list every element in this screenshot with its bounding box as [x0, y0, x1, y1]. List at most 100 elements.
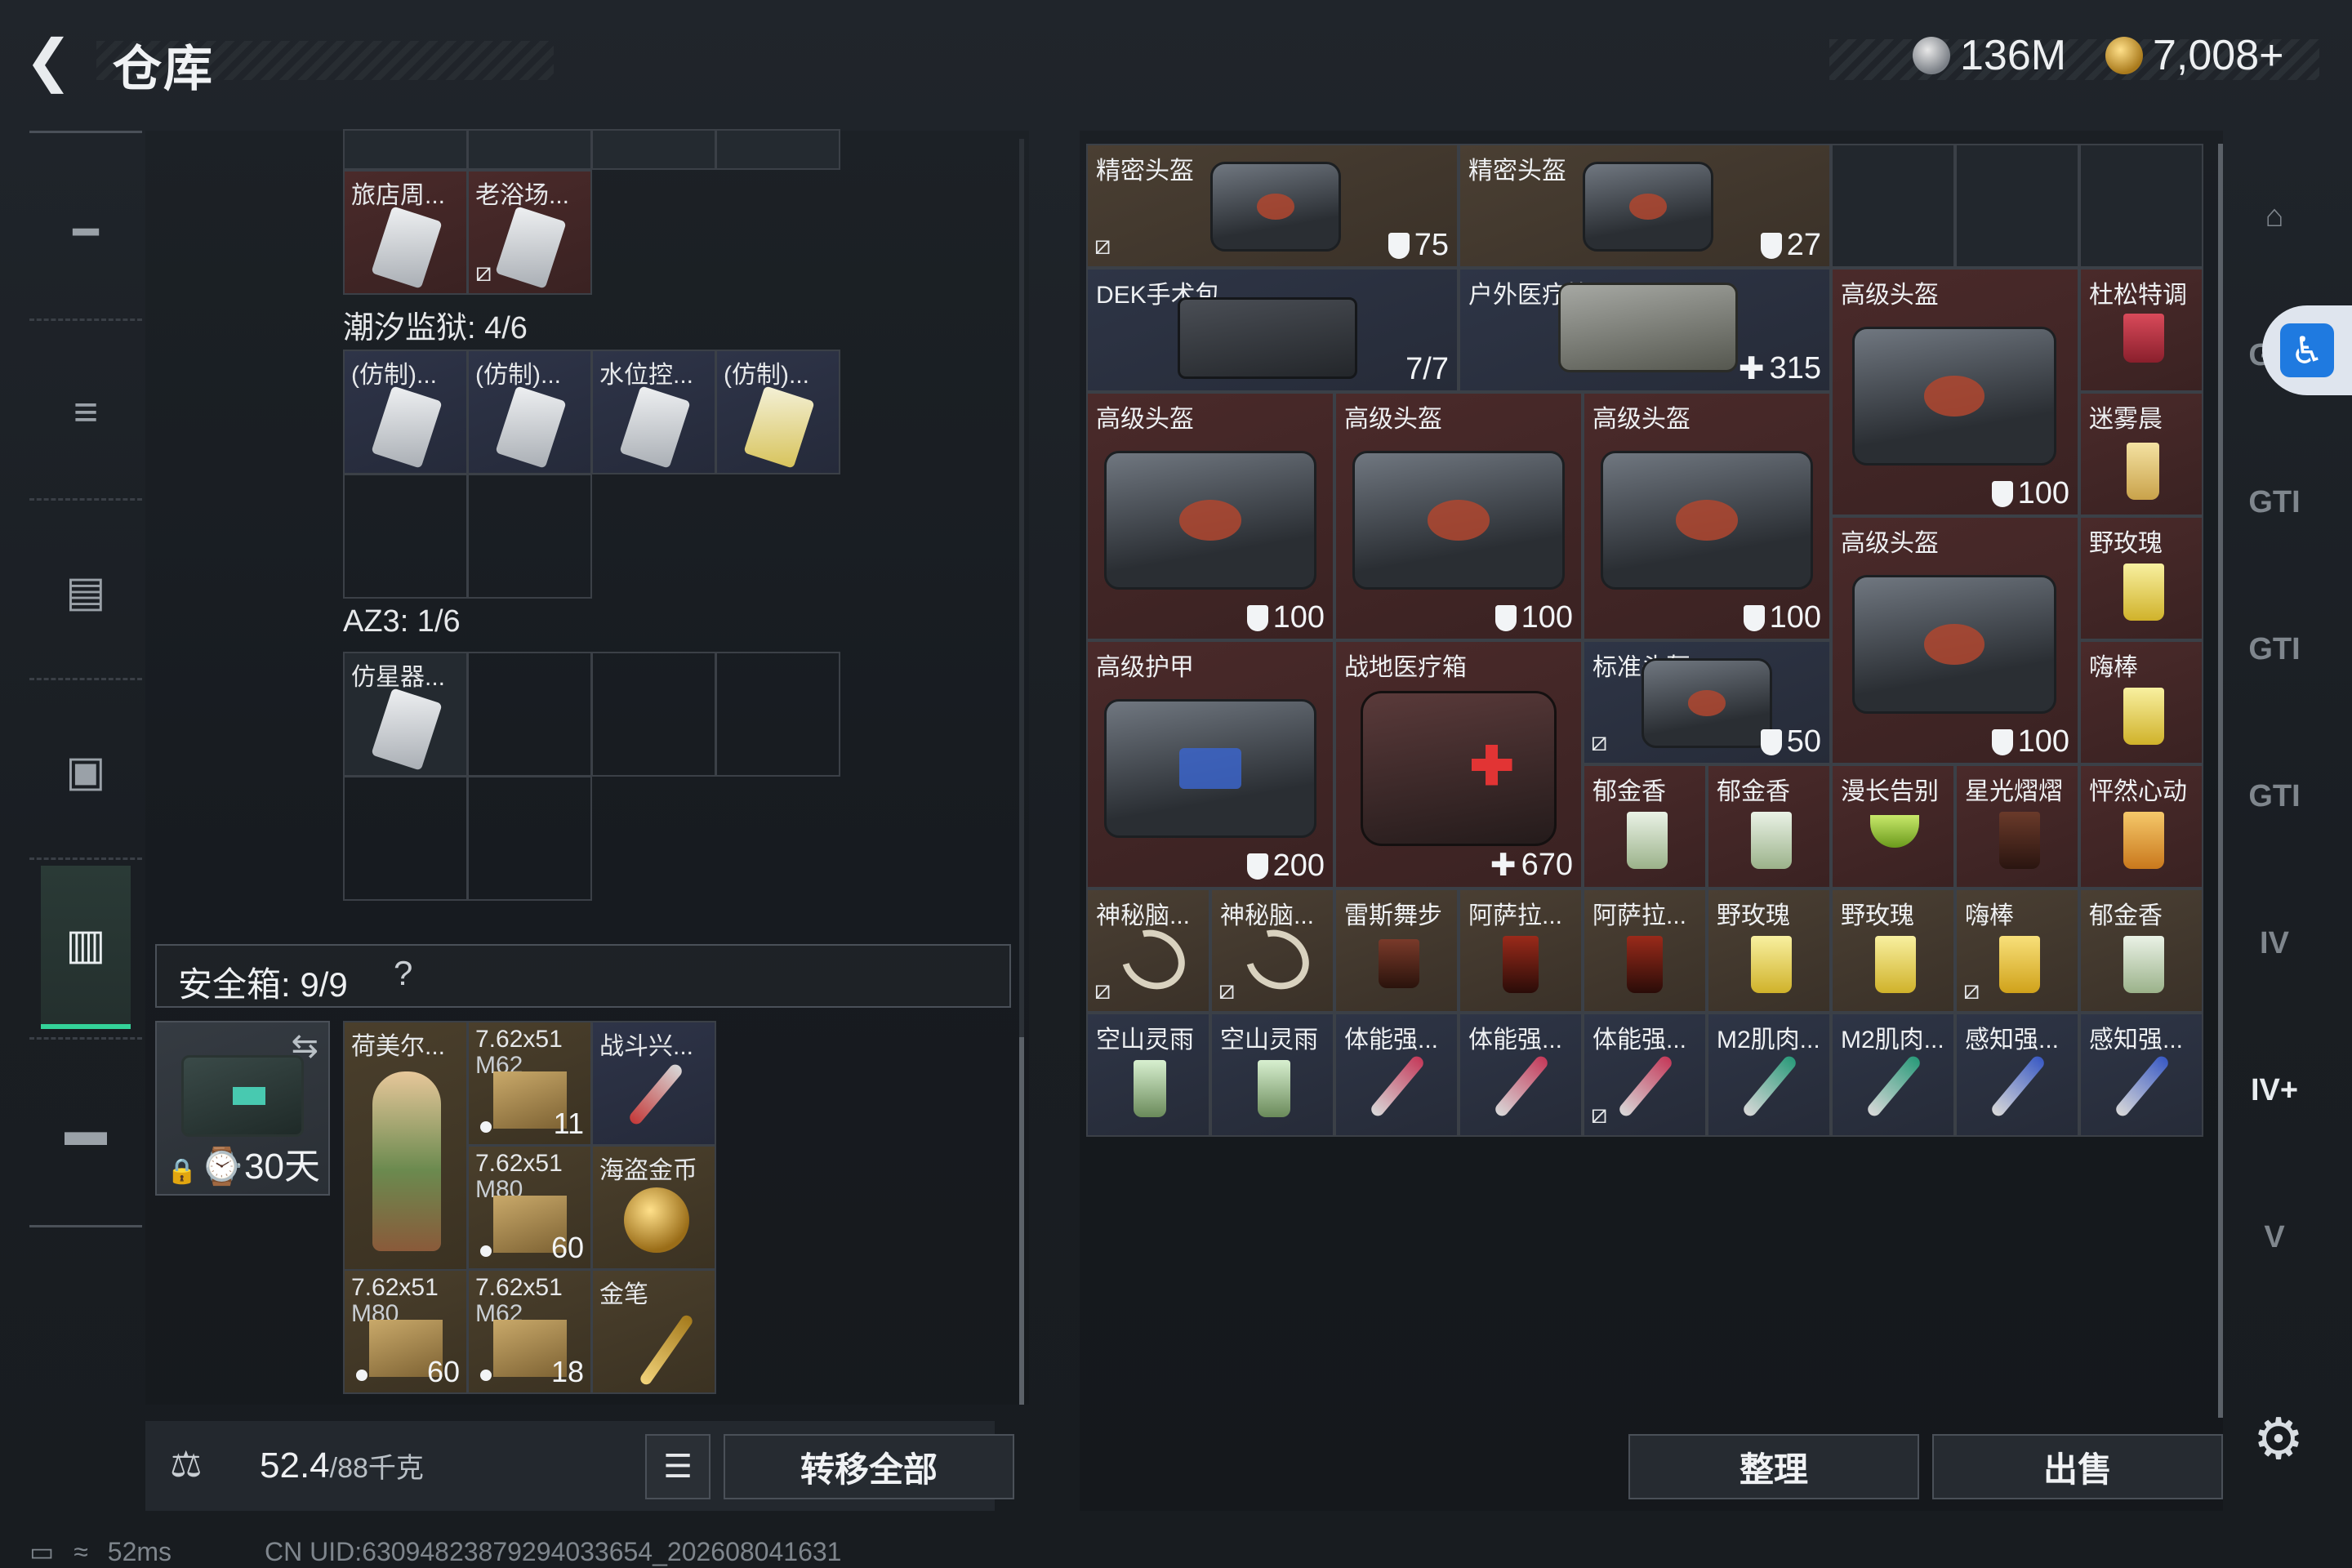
item-slot[interactable]: 高级护甲 200: [1086, 640, 1334, 889]
warehouse-page-tab[interactable]: GTI: [2230, 457, 2319, 547]
item-slot[interactable]: 阿萨拉...: [1459, 889, 1583, 1013]
item-slot[interactable]: 野玫瑰: [1831, 889, 1955, 1013]
item-slot[interactable]: 神秘脑... ⧄: [1086, 889, 1210, 1013]
item-slot[interactable]: 郁金香: [1583, 764, 1707, 889]
item-slot[interactable]: 空山灵雨: [1086, 1013, 1210, 1137]
sell-button[interactable]: 出售: [1932, 1434, 2223, 1499]
item-name: 郁金香: [1592, 778, 1666, 805]
item-slot[interactable]: 精密头盔 27: [1459, 144, 1831, 268]
empty-slot[interactable]: [591, 652, 716, 777]
item-slot[interactable]: (仿制)...: [467, 350, 592, 474]
item-slot[interactable]: 体能强...: [1334, 1013, 1459, 1137]
item-slot[interactable]: 海盗金币: [591, 1145, 716, 1270]
list-view-button[interactable]: ☰: [645, 1434, 710, 1499]
item-slot[interactable]: 感知强...: [2079, 1013, 2203, 1137]
item-slot[interactable]: 星光熠熠: [1955, 764, 2079, 889]
help-icon[interactable]: ?: [394, 954, 412, 993]
item-slot[interactable]: 老浴场... ⧄: [467, 170, 592, 295]
keycard-icon: [371, 206, 443, 289]
item-slot[interactable]: 高级头盔 100: [1831, 268, 2079, 516]
item-slot[interactable]: 7.62x51 M62 11: [467, 1021, 592, 1146]
item-slot[interactable]: DEK手术包 7/7: [1086, 268, 1459, 392]
item-slot[interactable]: 7.62x51 M80 60: [343, 1269, 468, 1394]
safe-box-container[interactable]: ⇆ 🔒 ⌚30天: [155, 1021, 330, 1196]
item-slot[interactable]: 怦然心动: [2079, 764, 2203, 889]
item-slot[interactable]: 雷斯舞步: [1334, 889, 1459, 1013]
storage-scroll-thumb[interactable]: [1019, 1037, 1024, 1405]
item-slot[interactable]: 金笔: [591, 1269, 716, 1394]
item-slot[interactable]: 郁金香: [2079, 889, 2203, 1013]
warehouse-page-tab[interactable]: GTI: [2230, 604, 2319, 694]
warehouse-page-tab[interactable]: GTI: [2230, 751, 2319, 841]
accessibility-button[interactable]: ♿: [2262, 305, 2352, 395]
item-slot[interactable]: 漫长告别: [1831, 764, 1955, 889]
item-slot[interactable]: 嗨棒 ⧄: [1955, 889, 2079, 1013]
warehouse-tab-icon[interactable]: ⌂: [2230, 172, 2319, 261]
item-slot[interactable]: 感知强...: [1955, 1013, 2079, 1137]
item-slot[interactable]: M2肌肉...: [1707, 1013, 1831, 1137]
item-slot[interactable]: 高级头盔 100: [1583, 392, 1831, 640]
empty-slot[interactable]: [715, 652, 840, 777]
gold-currency[interactable]: 7,008+: [2105, 31, 2284, 80]
item-slot[interactable]: 神秘脑... ⧄: [1210, 889, 1334, 1013]
sort-button[interactable]: 整理: [1628, 1434, 1919, 1499]
item-slot[interactable]: 精密头盔 ⧄ 75: [1086, 144, 1459, 268]
item-slot[interactable]: 高级头盔 100: [1831, 516, 2079, 764]
item-name: 星光熠熠: [1965, 778, 2063, 805]
item-slot[interactable]: 高级头盔 100: [1334, 392, 1583, 640]
item-slot[interactable]: (仿制)...: [343, 350, 468, 474]
empty-slot[interactable]: [343, 474, 468, 599]
item-slot[interactable]: 体能强... ⧄: [1583, 1013, 1707, 1137]
item-slot[interactable]: 野玫瑰: [2079, 516, 2203, 640]
item-slot[interactable]: 水位控...: [591, 350, 716, 474]
ping-readout: 52ms: [107, 1536, 172, 1566]
item-slot[interactable]: (仿制)...: [715, 350, 840, 474]
warehouse-page-tab[interactable]: IV: [2230, 898, 2319, 988]
item-slot[interactable]: 郁金香: [1707, 764, 1831, 889]
item-slot[interactable]: 户外医疗箱 ✚ 315: [1459, 268, 1831, 392]
add-warehouse-tab[interactable]: IV+: [2230, 1045, 2319, 1135]
item-slot[interactable]: 仿星器...: [343, 652, 468, 777]
backpack-category-icon[interactable]: ▤: [41, 547, 131, 637]
item-slot[interactable]: 7.62x51 M80 60: [467, 1145, 592, 1270]
empty-slot[interactable]: [2079, 144, 2203, 268]
item-name: (仿制)...: [351, 362, 437, 389]
bag-category-icon[interactable]: ▣: [41, 727, 131, 817]
empty-slot[interactable]: [1831, 144, 1955, 268]
loadout-scrollbar[interactable]: [2218, 144, 2223, 1418]
transfer-all-button[interactable]: 转移全部: [724, 1434, 1014, 1499]
item-slot[interactable]: 野玫瑰: [1707, 889, 1831, 1013]
item-slot-partial[interactable]: [467, 129, 592, 170]
armor-category-icon[interactable]: ≡: [41, 368, 131, 457]
item-slot-partial[interactable]: [591, 129, 716, 170]
item-slot[interactable]: 战地医疗箱 ✚ 670: [1334, 640, 1583, 889]
empty-slot[interactable]: [467, 776, 592, 901]
empty-slot[interactable]: [343, 776, 468, 901]
item-slot[interactable]: 高级头盔 100: [1086, 392, 1334, 640]
empty-slot[interactable]: [1955, 144, 2079, 268]
empty-slot[interactable]: [467, 652, 592, 777]
back-arrow-icon[interactable]: ❮: [24, 28, 90, 93]
item-slot[interactable]: 战斗兴...: [591, 1021, 716, 1146]
item-slot[interactable]: 7.62x51 M62 18: [467, 1269, 592, 1394]
weight-readout: 52.4/88千克: [260, 1446, 424, 1486]
case-category-icon[interactable]: ▬: [41, 1086, 131, 1176]
item-slot[interactable]: 荷美尔...: [343, 1021, 468, 1271]
settings-gear-icon[interactable]: ⚙: [2246, 1406, 2311, 1472]
warehouse-page-tab[interactable]: V: [2230, 1192, 2319, 1282]
item-slot[interactable]: 杜松特调: [2079, 268, 2203, 392]
item-slot[interactable]: 迷雾晨: [2079, 392, 2203, 516]
item-slot-partial[interactable]: [715, 129, 840, 170]
item-slot[interactable]: 体能强...: [1459, 1013, 1583, 1137]
item-slot[interactable]: 旅店周...: [343, 170, 468, 295]
item-slot[interactable]: 标准头盔 ⧄ 50: [1583, 640, 1831, 764]
item-slot[interactable]: 空山灵雨: [1210, 1013, 1334, 1137]
container-category-icon[interactable]: ▥: [41, 866, 131, 1029]
keycard-icon: [495, 385, 567, 469]
weapon-category-icon[interactable]: ━: [41, 188, 131, 278]
item-slot[interactable]: M2肌肉...: [1831, 1013, 1955, 1137]
item-slot-partial[interactable]: [343, 129, 468, 170]
item-slot[interactable]: 嗨棒: [2079, 640, 2203, 764]
item-slot[interactable]: 阿萨拉...: [1583, 889, 1707, 1013]
empty-slot[interactable]: [467, 474, 592, 599]
